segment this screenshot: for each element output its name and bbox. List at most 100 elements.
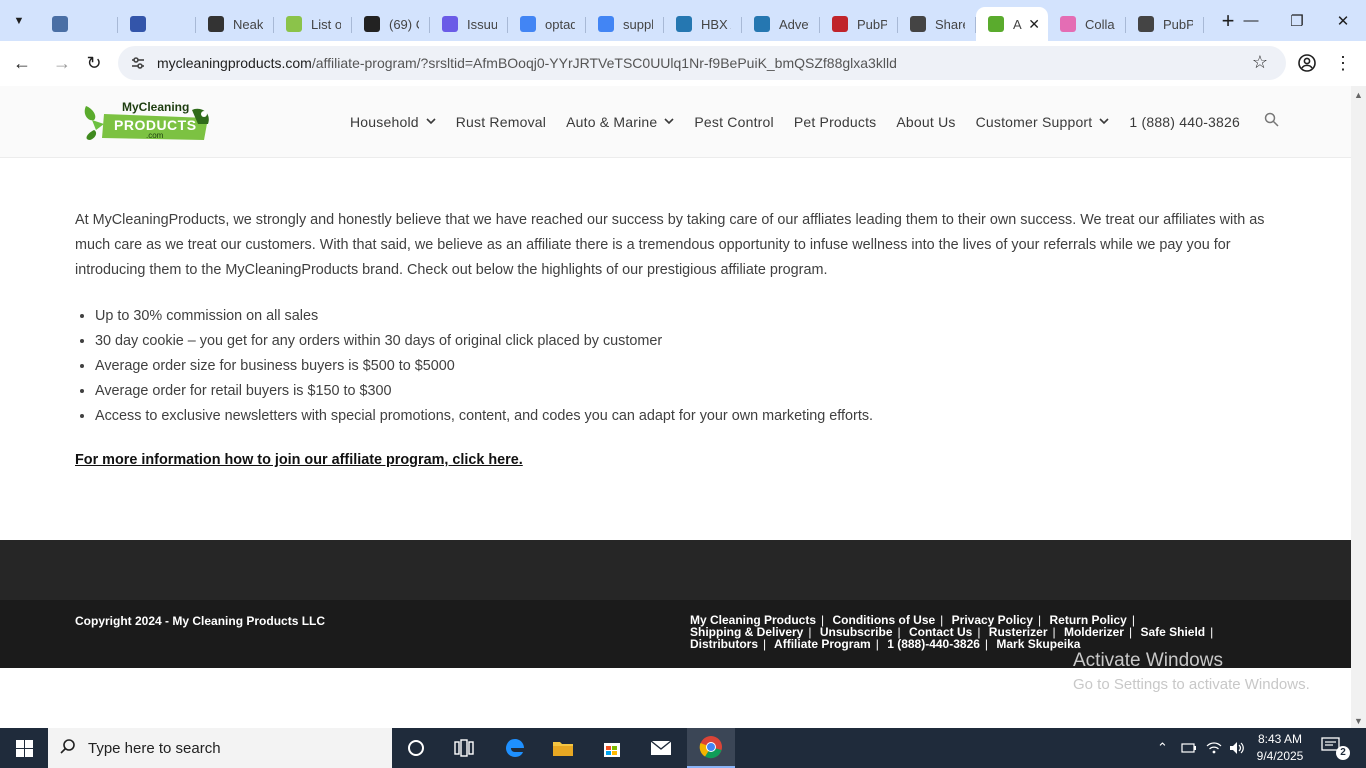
mail-icon[interactable] bbox=[637, 728, 685, 768]
tab-search-chevron-icon[interactable]: ▼ bbox=[6, 8, 32, 34]
scroll-down-arrow-icon[interactable]: ▼ bbox=[1354, 716, 1363, 726]
chrome-menu-icon[interactable]: ⋮ bbox=[1329, 49, 1357, 77]
network-icon[interactable] bbox=[1206, 728, 1222, 768]
tab-title: A bbox=[1013, 16, 1022, 32]
browser-tab[interactable]: optad bbox=[508, 7, 586, 41]
page-scrollbar[interactable]: ▲ ▼ bbox=[1351, 86, 1366, 728]
nav-item-label: Customer Support bbox=[975, 114, 1093, 130]
nav-item[interactable]: Pet Products bbox=[784, 114, 887, 130]
highlights-list: Up to 30% commission on all sales30 day … bbox=[75, 304, 1285, 429]
site-info-icon[interactable] bbox=[128, 53, 148, 73]
browser-tab[interactable]: suppl bbox=[586, 7, 664, 41]
xf-icon bbox=[676, 16, 692, 32]
nav-item[interactable]: 1 (888) 440-3826 bbox=[1119, 114, 1250, 130]
bookmark-star-icon[interactable]: ☆ bbox=[1252, 52, 1268, 73]
task-view-icon[interactable] bbox=[440, 728, 488, 768]
intro-paragraph: At MyCleaningProducts, we strongly and h… bbox=[75, 212, 1265, 278]
close-window-button[interactable]: ✕ bbox=[1320, 0, 1366, 41]
search-icon[interactable] bbox=[1264, 112, 1279, 131]
chrome-taskbar-icon[interactable] bbox=[687, 728, 735, 768]
tab-title: HBX A bbox=[701, 16, 731, 32]
nav-item-label: 1 (888) 440-3826 bbox=[1129, 114, 1241, 130]
url-path: /affiliate-program/?srsltid=AfmBOoqj0-YY… bbox=[311, 55, 897, 71]
cortana-icon[interactable] bbox=[392, 728, 440, 768]
system-clock[interactable]: 8:43 AM 9/4/2025 bbox=[1250, 731, 1310, 765]
clock-time: 8:43 AM bbox=[1257, 732, 1303, 746]
affiliate-join-link[interactable]: For more information how to join our aff… bbox=[75, 452, 523, 468]
nav-item[interactable]: Rust Removal bbox=[446, 114, 556, 130]
browser-tab[interactable]: PubPc bbox=[1126, 7, 1204, 41]
graduation-cap-icon bbox=[52, 16, 68, 32]
google-icon bbox=[520, 16, 536, 32]
back-button[interactable]: ← bbox=[7, 48, 37, 78]
footer-link[interactable]: 1 (888)-440-3826 bbox=[887, 637, 980, 651]
scroll-up-arrow-icon[interactable]: ▲ bbox=[1354, 90, 1363, 100]
tab-title: List of bbox=[311, 16, 341, 32]
tab-active[interactable]: A ✕ bbox=[976, 7, 1048, 41]
profile-icon[interactable] bbox=[1293, 49, 1321, 77]
collab-icon bbox=[1060, 16, 1076, 32]
issuu-icon bbox=[442, 16, 458, 32]
forward-button[interactable]: → bbox=[47, 48, 77, 78]
globe-icon bbox=[910, 16, 926, 32]
nav-item-label: About Us bbox=[896, 114, 956, 130]
url-host: mycleaningproducts.com bbox=[157, 55, 312, 71]
close-tab-icon[interactable]: ✕ bbox=[1028, 16, 1040, 33]
browser-toolbar: ← → ↻ mycleaningproducts.com/affiliate-p… bbox=[0, 41, 1366, 86]
nav-item[interactable]: Customer Support bbox=[966, 114, 1120, 130]
browser-tab[interactable]: Advet bbox=[742, 7, 820, 41]
browser-tab[interactable]: PubPc bbox=[820, 7, 898, 41]
footer-link-separator: | bbox=[763, 637, 767, 651]
browser-tab[interactable]: Collab bbox=[1048, 7, 1126, 41]
browser-tab[interactable]: List of bbox=[274, 7, 352, 41]
browser-tab[interactable] bbox=[40, 7, 118, 41]
nav-item[interactable]: Household bbox=[340, 114, 446, 130]
browser-tab[interactable]: HBX A bbox=[664, 7, 742, 41]
nav-item[interactable]: About Us bbox=[886, 114, 965, 130]
address-bar[interactable]: mycleaningproducts.com/affiliate-program… bbox=[118, 46, 1286, 80]
browser-tab[interactable]: (69) C bbox=[352, 7, 430, 41]
file-explorer-icon[interactable] bbox=[539, 728, 587, 768]
notifications-icon[interactable]: 2 bbox=[1320, 736, 1350, 760]
start-button[interactable] bbox=[0, 728, 48, 768]
nav-item[interactable]: Pest Control bbox=[684, 114, 783, 130]
restore-button[interactable]: ❐ bbox=[1274, 0, 1320, 41]
minimize-button[interactable]: — bbox=[1228, 0, 1274, 41]
edge-browser-icon[interactable] bbox=[491, 728, 539, 768]
tray-overflow-chevron-icon[interactable]: ⌃ bbox=[1157, 728, 1168, 768]
xf-icon bbox=[754, 16, 770, 32]
footer-link[interactable]: Affiliate Program bbox=[774, 637, 871, 651]
windows-taskbar: Type here to search ⌃ 8:43 AM 9/4/2025 2 bbox=[0, 728, 1366, 768]
clock-date: 9/4/2025 bbox=[1256, 749, 1304, 763]
footer-link[interactable]: Mark Skupeika bbox=[996, 637, 1080, 651]
nav-item[interactable]: Auto & Marine bbox=[556, 114, 684, 130]
reload-button[interactable]: ↻ bbox=[79, 48, 109, 78]
browser-tab[interactable]: Issuu bbox=[430, 7, 508, 41]
exchange-icon bbox=[130, 16, 146, 32]
footer-link[interactable]: Distributors bbox=[690, 637, 758, 651]
microsoft-store-icon[interactable] bbox=[588, 728, 636, 768]
taskbar-search-box[interactable]: Type here to search bbox=[48, 728, 392, 768]
volume-icon[interactable] bbox=[1229, 728, 1245, 768]
w-icon bbox=[286, 16, 302, 32]
google-icon bbox=[598, 16, 614, 32]
browser-tab[interactable] bbox=[118, 7, 196, 41]
tab-title: Advet bbox=[779, 16, 809, 32]
logo-text-sub: .com bbox=[146, 131, 164, 140]
browser-tab[interactable]: Share bbox=[898, 7, 976, 41]
battery-icon[interactable] bbox=[1181, 728, 1197, 768]
tab-title: Share bbox=[935, 16, 965, 32]
highlight-item: Average order for retail buyers is $150 … bbox=[95, 379, 1285, 404]
browser-tab[interactable]: Neaka bbox=[196, 7, 274, 41]
copyright-text: Copyright 2024 - My Cleaning Products LL… bbox=[75, 614, 326, 628]
search-icon bbox=[60, 738, 76, 759]
site-logo[interactable]: MyCleaning PRODUCTS .com bbox=[80, 100, 216, 144]
tab-title: PubPc bbox=[1163, 16, 1193, 32]
tab-title: suppl bbox=[623, 16, 653, 32]
nav-item-label: Pet Products bbox=[793, 114, 877, 130]
chevron-down-icon bbox=[1099, 117, 1109, 128]
url-text[interactable]: mycleaningproducts.com/affiliate-program… bbox=[157, 55, 897, 71]
chevron-down-icon bbox=[664, 117, 674, 128]
globe-icon bbox=[208, 16, 224, 32]
footer-link[interactable]: Safe Shield bbox=[1140, 625, 1205, 639]
